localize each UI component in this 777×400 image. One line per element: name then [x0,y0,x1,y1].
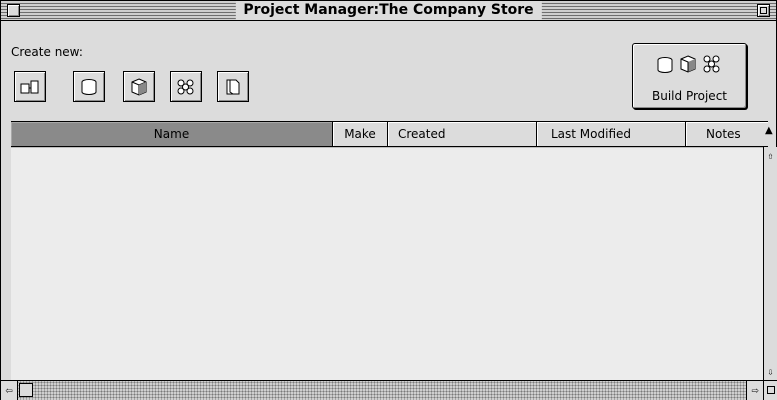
list-header: Name Make Created Last Modified Notes [11,121,768,147]
vertical-scrollbar[interactable]: ⇧ ⇩ [763,147,777,380]
project-manager-window: Project Manager:The Company Store Create… [0,0,777,400]
scroll-up-icon[interactable]: ⇧ [764,150,777,163]
build-project-label: Build Project [652,89,727,103]
new-cube-button[interactable] [123,71,155,102]
window-title: Project Manager:The Company Store [235,1,542,20]
project-list[interactable] [11,147,763,381]
new-database-button[interactable] [73,71,105,102]
scroll-down-icon[interactable]: ⇩ [764,366,777,379]
new-network-button[interactable] [170,71,202,102]
grow-box[interactable] [763,380,777,400]
sort-direction-icon[interactable]: ▲ [765,125,773,136]
close-box[interactable] [7,4,20,17]
column-notes[interactable]: Notes [686,122,768,146]
new-document-button[interactable] [14,71,46,102]
build-project-button[interactable]: Build Project [632,43,747,109]
cube-icon [131,77,147,96]
column-created[interactable]: Created [388,122,537,146]
scroll-left-icon[interactable]: ⇦ [1,381,18,400]
network-icon [177,79,194,94]
title-bar[interactable]: Project Manager:The Company Store [1,1,776,21]
folder-icon [226,79,240,94]
column-last-modified[interactable]: Last Modified [537,122,686,146]
database-icon [81,78,97,95]
column-make[interactable]: Make [333,122,388,146]
horizontal-scrollbar[interactable]: ⇦ ⇨ [1,380,763,400]
scroll-right-icon[interactable]: ⇨ [746,381,763,400]
document-icon [20,80,39,93]
new-folder-button[interactable] [217,71,249,102]
build-icons [657,55,720,73]
create-new-label: Create new: [11,45,83,59]
column-name[interactable]: Name [11,122,333,146]
zoom-box[interactable] [757,4,770,17]
scroll-thumb[interactable] [19,383,33,397]
